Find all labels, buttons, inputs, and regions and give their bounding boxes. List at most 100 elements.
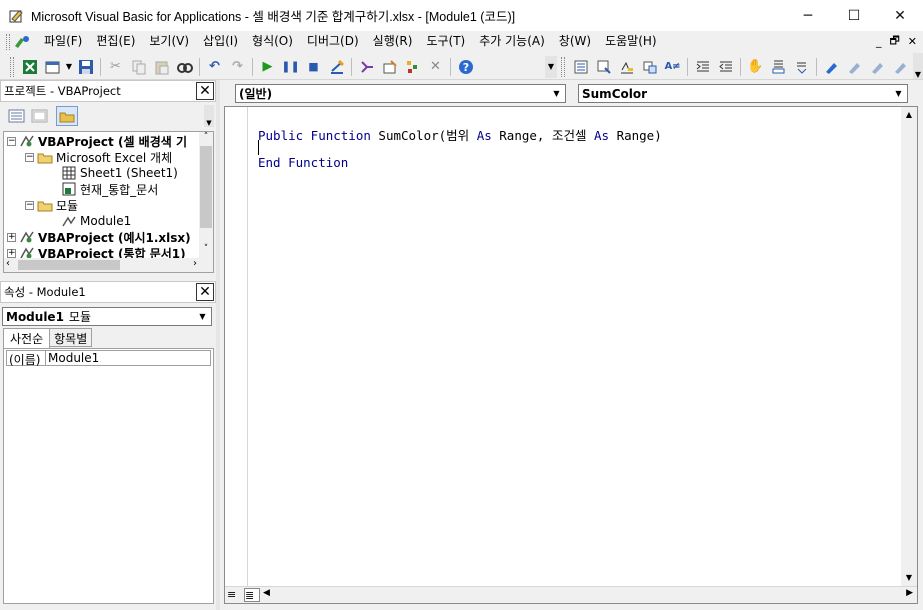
chevron-down-icon[interactable]: ▼	[549, 86, 564, 101]
redo-icon[interactable]: ↷	[226, 56, 249, 78]
collapse-icon[interactable]: −	[25, 152, 34, 162]
tab-categorized[interactable]: 항목별	[50, 328, 93, 347]
copy-icon[interactable]	[127, 56, 150, 78]
undo-icon[interactable]: ↶	[203, 56, 226, 78]
tab-alphabetic[interactable]: 사전순	[3, 328, 51, 348]
code-vertical-scrollbar[interactable]: ▲ ▼	[901, 107, 917, 586]
scroll-up-icon[interactable]: ▲	[901, 107, 917, 123]
scroll-left-icon[interactable]: ◀	[263, 588, 270, 598]
close-button[interactable]: ✕	[877, 0, 923, 31]
pane-splitter[interactable]	[216, 80, 220, 610]
quick-info-icon[interactable]	[615, 56, 638, 78]
tree-node-module1[interactable]: Module1	[61, 213, 131, 229]
code-line-1[interactable]: Public Function SumColor(범위 As Range, 조건…	[258, 125, 662, 144]
menu-file[interactable]: 파일(F)	[37, 31, 89, 52]
property-row[interactable]: (이름) Module1	[6, 350, 211, 367]
toolbox-icon[interactable]: ✕	[424, 56, 447, 78]
toolbar-overflow-icon[interactable]: ▼	[545, 55, 557, 78]
parameter-info-icon[interactable]	[638, 56, 661, 78]
tree-node-sheet1[interactable]: Sheet1 (Sheet1)	[61, 165, 178, 181]
tree-horizontal-scrollbar[interactable]: ‹ ›	[4, 258, 213, 272]
scroll-down-icon[interactable]: ˅	[199, 244, 213, 258]
toggle-breakpoint-icon[interactable]: ✋	[744, 56, 767, 78]
menu-debug[interactable]: 디버그(D)	[300, 31, 366, 52]
next-bookmark-icon[interactable]	[843, 56, 866, 78]
toggle-bookmark-icon[interactable]	[820, 56, 843, 78]
design-mode-icon[interactable]	[325, 56, 348, 78]
property-value[interactable]: Module1	[46, 351, 99, 365]
properties-window-icon[interactable]	[378, 56, 401, 78]
maximize-button[interactable]: ☐	[831, 0, 877, 31]
tree-node-thisworkbook[interactable]: 현재_통합_문서	[61, 181, 158, 197]
menu-edit[interactable]: 편집(E)	[89, 31, 142, 52]
properties-object-combo[interactable]: Module1 모듈 ▼	[2, 307, 212, 326]
menu-run[interactable]: 실행(R)	[366, 31, 420, 52]
break-icon[interactable]: ❚❚	[279, 56, 302, 78]
properties-pane-close-button[interactable]: ✕	[196, 283, 214, 301]
complete-word-icon[interactable]: A≠	[661, 56, 684, 78]
list-constants-icon[interactable]	[592, 56, 615, 78]
insert-userform-icon[interactable]	[41, 56, 64, 78]
project-toolbar-options-icon[interactable]: ▼	[204, 105, 214, 127]
tree-vertical-scrollbar[interactable]: ˄ ˅	[199, 132, 213, 258]
tree-node-modules[interactable]: − 모듈	[25, 197, 78, 213]
excel-view-icon[interactable]	[18, 56, 41, 78]
code-editor[interactable]: Public Function SumColor(범위 As Range, 조건…	[224, 106, 918, 604]
scroll-down-icon[interactable]: ▼	[901, 570, 917, 586]
chevron-down-icon[interactable]: ▼	[891, 86, 906, 101]
save-icon[interactable]	[74, 56, 97, 78]
procedure-combo[interactable]: SumColor ▼	[578, 84, 908, 103]
reset-icon[interactable]: ■	[302, 56, 325, 78]
menu-view[interactable]: 보기(V)	[142, 31, 196, 52]
scroll-right-icon[interactable]: ▶	[906, 588, 913, 598]
view-object-icon[interactable]	[31, 108, 49, 124]
vba-menu-icon[interactable]	[13, 34, 31, 50]
object-combo[interactable]: (일반) ▼	[235, 84, 566, 103]
menu-format[interactable]: 형식(O)	[245, 31, 300, 52]
previous-bookmark-icon[interactable]	[866, 56, 889, 78]
tree-node-vbaproject-current[interactable]: − VBAProject (셀 배경색 기	[7, 133, 187, 149]
find-icon[interactable]	[173, 56, 196, 78]
uncomment-block-icon[interactable]	[790, 56, 813, 78]
menu-addins[interactable]: 추가 기능(A)	[472, 31, 552, 52]
cut-icon[interactable]: ✂	[104, 56, 127, 78]
project-tree[interactable]: − VBAProject (셀 배경색 기 − Microsoft Excel …	[3, 131, 214, 273]
expand-icon[interactable]: +	[7, 232, 16, 242]
insert-dropdown-icon[interactable]: ▼	[64, 56, 74, 78]
mdi-restore-button[interactable]: 🗗	[889, 32, 899, 51]
edit-toolbar-grip[interactable]	[561, 56, 565, 77]
collapse-icon[interactable]: −	[7, 136, 16, 146]
scrollbar-thumb[interactable]	[200, 146, 212, 228]
procedure-view-icon[interactable]: ≡	[227, 588, 243, 602]
view-code-icon[interactable]	[8, 108, 26, 124]
minimize-button[interactable]: ─	[785, 0, 831, 31]
run-icon[interactable]: ▶	[256, 56, 279, 78]
menu-help[interactable]: 도움말(H)	[598, 31, 664, 52]
list-properties-icon[interactable]	[569, 56, 592, 78]
menu-tools[interactable]: 도구(T)	[419, 31, 472, 52]
mdi-close-button[interactable]: ✕	[908, 35, 917, 48]
collapse-icon[interactable]: −	[25, 200, 34, 210]
scroll-right-icon[interactable]: ›	[193, 258, 197, 269]
help-icon[interactable]: ?	[454, 56, 477, 78]
comment-block-icon[interactable]	[767, 56, 790, 78]
scroll-up-icon[interactable]: ˄	[199, 132, 213, 146]
code-line-3[interactable]: End Function	[258, 155, 348, 170]
breakpoint-margin[interactable]	[225, 107, 248, 586]
tree-node-excel-objects[interactable]: − Microsoft Excel 개체	[25, 149, 172, 165]
toolbar-options-icon[interactable]: ▼	[913, 53, 923, 79]
object-browser-icon[interactable]	[401, 56, 424, 78]
menubar-grip[interactable]	[6, 33, 10, 50]
chevron-down-icon[interactable]: ▼	[195, 309, 210, 324]
scroll-left-icon[interactable]: ‹	[6, 258, 10, 269]
project-pane-close-button[interactable]: ✕	[196, 82, 214, 100]
menu-window[interactable]: 창(W)	[552, 31, 598, 52]
project-explorer-icon[interactable]	[355, 56, 378, 78]
expand-icon[interactable]: +	[7, 248, 16, 258]
scrollbar-thumb[interactable]	[18, 260, 120, 270]
toggle-folders-icon[interactable]	[56, 106, 78, 126]
indent-icon[interactable]	[691, 56, 714, 78]
clear-bookmarks-icon[interactable]	[889, 56, 912, 78]
toolbar-grip[interactable]	[10, 56, 14, 77]
tree-node-vbaproject-example1[interactable]: + VBAProject (예시1.xlsx)	[7, 229, 191, 245]
